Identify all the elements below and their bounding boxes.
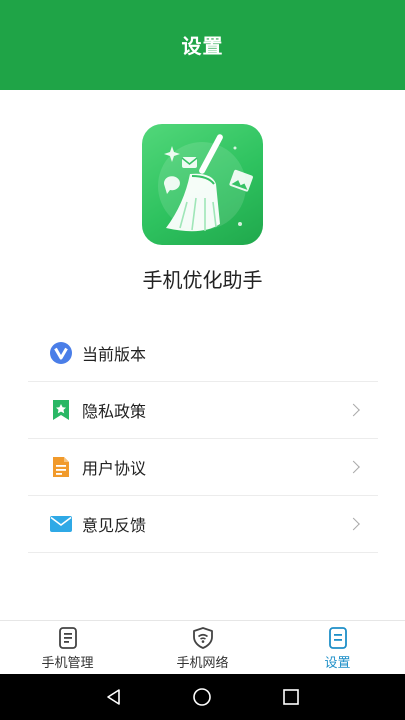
menu-item-version[interactable]: 当前版本 bbox=[28, 325, 378, 382]
recents-icon[interactable] bbox=[282, 688, 300, 706]
tab-phone-manage[interactable]: 手机管理 bbox=[0, 621, 135, 675]
tab-label: 设置 bbox=[324, 656, 351, 671]
header-bar: 设置 bbox=[0, 0, 405, 90]
chevron-right-icon bbox=[347, 403, 360, 417]
menu-item-label: 意见反馈 bbox=[82, 516, 147, 535]
system-nav-bar bbox=[0, 674, 405, 720]
phone-manage-icon bbox=[58, 627, 77, 649]
menu-item-label: 用户协议 bbox=[82, 459, 147, 478]
back-icon[interactable] bbox=[105, 688, 123, 706]
tab-label: 手机管理 bbox=[41, 656, 94, 671]
menu-item-user-agreement[interactable]: 用户协议 bbox=[28, 439, 378, 496]
mail-icon bbox=[50, 513, 72, 535]
bookmark-star-icon bbox=[50, 399, 72, 421]
bottom-tab-bar: 手机管理 手机网络 设置 bbox=[0, 620, 405, 675]
chevron-right-icon bbox=[347, 517, 360, 531]
tab-phone-network[interactable]: 手机网络 bbox=[135, 621, 270, 675]
broom-cleaner-icon bbox=[158, 134, 253, 232]
tab-label: 手机网络 bbox=[176, 656, 229, 671]
page-title: 设置 bbox=[181, 33, 224, 58]
version-v-icon bbox=[50, 342, 72, 364]
chevron-right-icon bbox=[347, 460, 360, 474]
menu-item-feedback[interactable]: 意见反馈 bbox=[28, 496, 378, 553]
document-icon bbox=[50, 456, 72, 478]
menu-item-label: 当前版本 bbox=[82, 345, 147, 364]
menu-item-privacy[interactable]: 隐私政策 bbox=[28, 382, 378, 439]
tab-settings[interactable]: 设置 bbox=[270, 621, 405, 675]
app-logo bbox=[142, 124, 263, 245]
home-icon[interactable] bbox=[192, 687, 212, 707]
wifi-shield-icon bbox=[192, 627, 213, 649]
app-name: 手机优化助手 bbox=[142, 268, 263, 292]
settings-doc-icon bbox=[328, 627, 347, 649]
settings-menu: 当前版本 隐私政策 用户协议 意见反馈 bbox=[28, 325, 378, 553]
menu-item-label: 隐私政策 bbox=[82, 402, 147, 421]
